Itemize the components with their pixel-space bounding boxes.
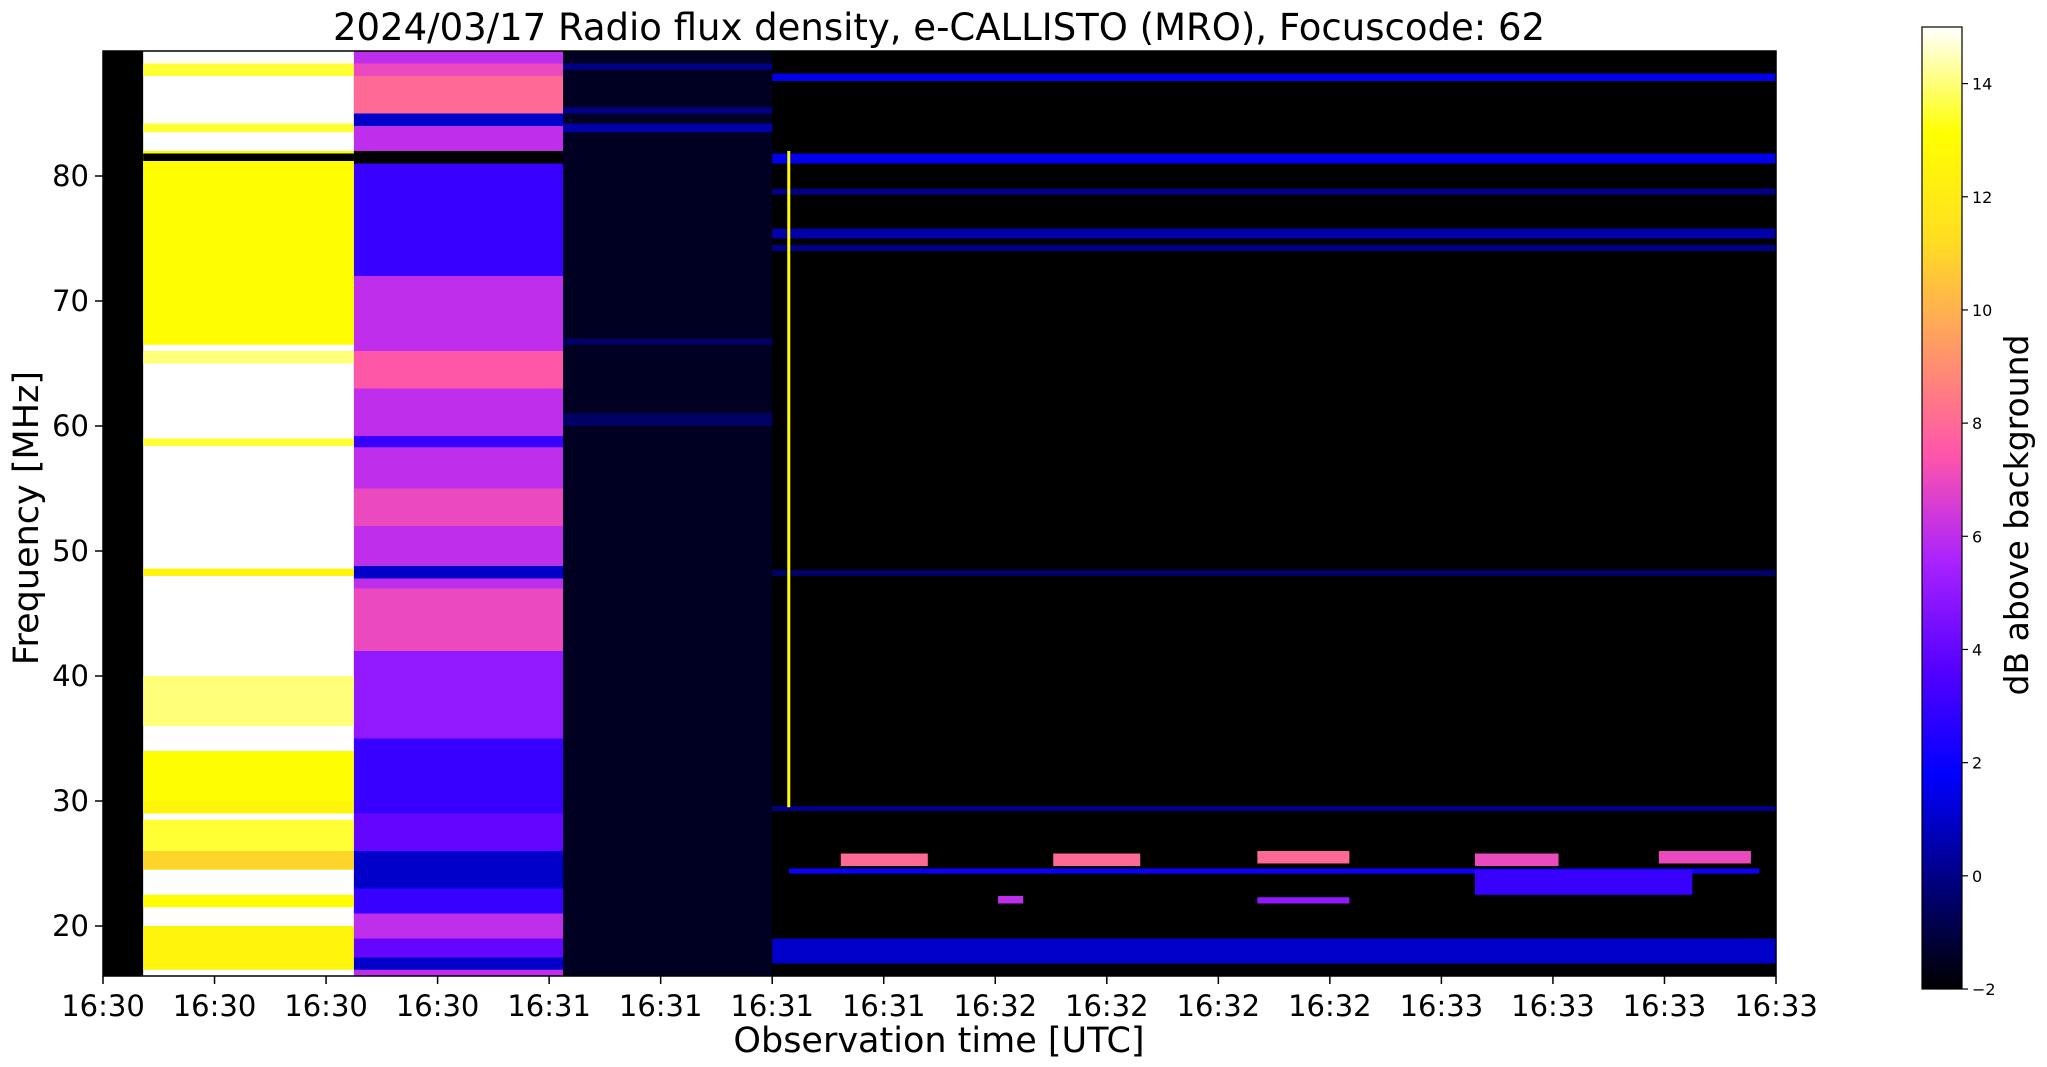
radio-burst xyxy=(1474,853,1559,866)
frequency-band xyxy=(353,938,564,958)
x-tick-label: 16:31 xyxy=(842,989,926,1023)
frequency-band xyxy=(143,851,354,870)
frequency-band xyxy=(353,813,564,851)
y-axis: 20 30 40 50 60 70 80 xyxy=(52,159,103,943)
frequency-band xyxy=(353,488,564,526)
frequency-band xyxy=(143,351,354,364)
x-tick-label: 16:30 xyxy=(284,989,368,1023)
colorbar-tick-label: 8 xyxy=(1972,414,1982,433)
frequency-band xyxy=(563,413,773,426)
spectrogram-figure: 2024/03/17 Radio flux density, e-CALLIST… xyxy=(0,0,2047,1067)
frequency-band xyxy=(353,151,564,276)
radio-burst xyxy=(998,896,1024,904)
x-tick-label: 16:30 xyxy=(173,989,257,1023)
spectrogram-heatmap xyxy=(103,51,1776,976)
frequency-band xyxy=(353,566,564,579)
colorbar-tick-label: 14 xyxy=(1972,75,1992,94)
frequency-band xyxy=(772,569,1776,576)
frequency-band xyxy=(353,651,564,739)
frequency-band xyxy=(353,351,564,389)
frequency-band xyxy=(353,738,564,814)
x-tick-label: 16:33 xyxy=(1511,989,1595,1023)
y-tick-label: 40 xyxy=(52,659,89,693)
colorbar-axis: −2 0 2 4 6 8 10 12 14 xyxy=(1962,75,1996,999)
frequency-band xyxy=(772,938,1776,964)
frequency-band xyxy=(143,801,354,814)
x-tick-label: 16:32 xyxy=(1288,989,1372,1023)
x-tick-label: 16:30 xyxy=(396,989,480,1023)
x-tick-label: 16:33 xyxy=(1400,989,1484,1023)
frequency-band xyxy=(143,438,354,446)
y-tick-label: 80 xyxy=(52,159,89,193)
frequency-band xyxy=(563,107,773,114)
frequency-band xyxy=(143,894,354,908)
y-tick-label: 50 xyxy=(52,534,89,568)
frequency-band xyxy=(143,926,354,970)
colorbar xyxy=(1921,26,1963,990)
radio-burst xyxy=(1658,851,1751,864)
colorbar-tick-label: 10 xyxy=(1972,301,1992,320)
frequency-band xyxy=(563,338,773,345)
y-tick-label: 70 xyxy=(52,284,89,318)
frequency-band xyxy=(353,888,564,914)
figure-canvas: 2024/03/17 Radio flux density, e-CALLIST… xyxy=(7,6,2036,1061)
x-tick-label: 16:31 xyxy=(730,989,814,1023)
frequency-band xyxy=(353,151,564,164)
frequency-band xyxy=(772,188,1776,195)
frequency-band xyxy=(353,113,564,126)
radio-burst xyxy=(840,853,928,866)
x-tick-label: 16:31 xyxy=(619,989,703,1023)
frequency-band xyxy=(353,588,564,651)
frequency-band xyxy=(353,913,564,939)
frequency-band xyxy=(143,151,354,345)
colorbar-tick-label: 2 xyxy=(1972,754,1982,773)
frequency-band xyxy=(143,568,354,576)
x-tick-label: 16:31 xyxy=(507,989,591,1023)
colorbar-tick-label: 4 xyxy=(1972,640,1982,659)
frequency-band xyxy=(353,851,564,889)
frequency-band xyxy=(143,63,354,76)
frequency-band xyxy=(563,63,773,70)
frequency-band xyxy=(772,806,1776,811)
frequency-band xyxy=(143,819,354,851)
frequency-band xyxy=(143,153,354,161)
time-segment xyxy=(103,51,144,976)
radio-burst xyxy=(1474,869,1693,895)
x-axis-label: Observation time [UTC] xyxy=(733,1021,1144,1061)
frequency-band xyxy=(563,123,773,133)
frequency-band xyxy=(353,957,564,970)
broadband-spike xyxy=(787,151,791,808)
colorbar-tick-label: 0 xyxy=(1972,867,1982,886)
x-tick-label: 16:30 xyxy=(61,989,145,1023)
frequency-band xyxy=(143,123,354,133)
chart-title: 2024/03/17 Radio flux density, e-CALLIST… xyxy=(333,6,1545,49)
colorbar-tick-label: 12 xyxy=(1972,188,1992,207)
x-axis: 16:30 16:30 16:30 16:30 16:31 16:31 16:31 16:31… xyxy=(61,976,1818,1023)
x-tick-label: 16:32 xyxy=(1177,989,1261,1023)
x-tick-label: 16:33 xyxy=(1734,989,1818,1023)
frequency-band xyxy=(772,228,1776,239)
radio-burst xyxy=(1257,897,1350,904)
x-tick-label: 16:32 xyxy=(953,989,1037,1023)
y-tick-label: 30 xyxy=(52,784,89,818)
frequency-band xyxy=(772,73,1776,81)
x-tick-label: 16:33 xyxy=(1623,989,1707,1023)
y-axis-label: Frequency [MHz] xyxy=(7,371,47,665)
y-tick-label: 20 xyxy=(52,909,89,943)
frequency-band xyxy=(143,676,354,726)
colorbar-tick-label: −2 xyxy=(1972,980,1996,999)
x-tick-label: 16:32 xyxy=(1065,989,1149,1023)
colorbar-tick-label: 6 xyxy=(1972,527,1982,546)
frequency-band xyxy=(772,244,1776,251)
y-tick-label: 60 xyxy=(52,409,89,443)
radio-burst xyxy=(1257,851,1350,864)
frequency-band xyxy=(353,76,564,114)
frequency-band xyxy=(772,153,1776,164)
radio-burst xyxy=(1053,853,1141,866)
frequency-band xyxy=(143,751,354,801)
time-segment xyxy=(563,51,773,976)
frequency-band xyxy=(353,63,564,76)
colorbar-label: dB above background xyxy=(1997,335,2036,696)
frequency-band xyxy=(353,436,564,448)
